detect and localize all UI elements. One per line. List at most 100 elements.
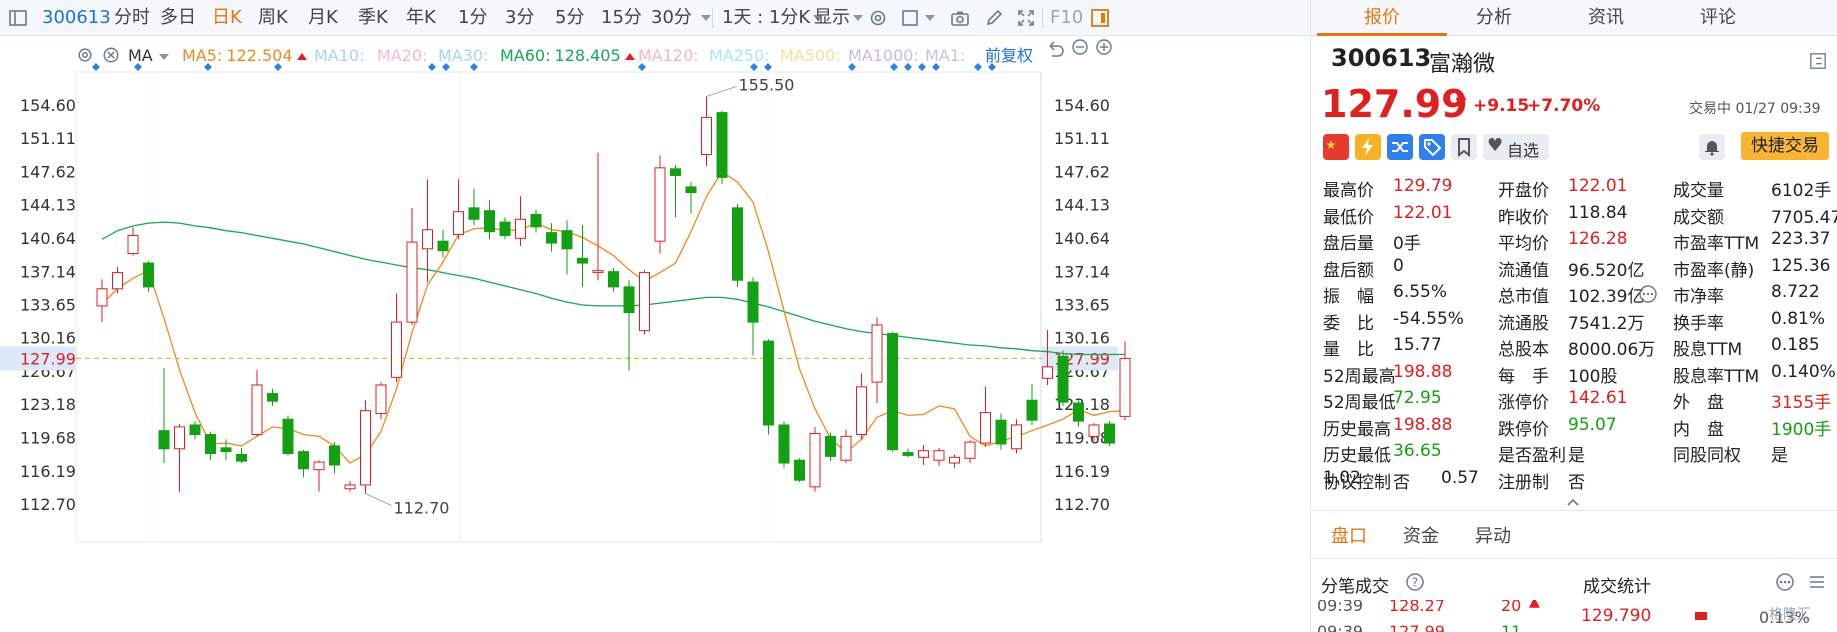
period-tab[interactable]: 15分 <box>601 0 642 36</box>
ma-item[interactable]: MA120: <box>638 40 703 72</box>
candle-body[interactable] <box>422 229 433 250</box>
period-more-icon[interactable] <box>698 0 711 36</box>
candle-body[interactable] <box>298 451 309 470</box>
lightning-icon[interactable] <box>1355 134 1381 160</box>
candle-body[interactable] <box>918 450 929 458</box>
candle-body[interactable] <box>468 207 480 220</box>
help-icon[interactable]: ? <box>1405 572 1425 592</box>
ma-item[interactable]: MA10: <box>314 40 369 72</box>
candle-body[interactable] <box>794 459 805 481</box>
candle-body[interactable] <box>1011 424 1022 450</box>
period-tab[interactable]: 1分 <box>458 0 487 36</box>
candle-body[interactable] <box>251 384 263 435</box>
candle-body[interactable] <box>96 288 108 307</box>
candle-body[interactable] <box>112 272 123 290</box>
period-tab[interactable]: 多日 <box>160 0 196 36</box>
candle-body[interactable] <box>437 240 449 252</box>
candle-body[interactable] <box>654 167 666 242</box>
candle-body[interactable] <box>623 286 635 314</box>
candle-body[interactable] <box>608 271 619 288</box>
period-tab[interactable]: 30分 <box>651 0 692 36</box>
candle-body[interactable] <box>1057 355 1069 403</box>
panel-menu-icon[interactable] <box>1809 52 1827 70</box>
market-cap-more-icon[interactable] <box>1638 284 1658 304</box>
candle-body[interactable] <box>313 461 325 471</box>
plot-area[interactable] <box>75 71 1042 543</box>
settings-icon[interactable] <box>868 8 888 28</box>
ma-item[interactable]: MA60: 128.405 <box>500 40 635 72</box>
candle-body[interactable] <box>1119 357 1131 417</box>
candle-body[interactable] <box>747 281 759 323</box>
candle-body[interactable] <box>763 340 774 426</box>
ma-item[interactable]: MA20: <box>377 40 432 72</box>
candle-body[interactable] <box>732 207 743 281</box>
candle-body[interactable] <box>592 270 604 274</box>
draw-pen-icon[interactable] <box>984 8 1004 28</box>
candle-body[interactable] <box>856 386 867 435</box>
candle-body[interactable] <box>1104 423 1115 444</box>
candle-body[interactable] <box>158 430 170 450</box>
panel-tab[interactable]: 资讯 <box>1541 0 1671 36</box>
period-tab[interactable]: 分时 <box>114 0 150 36</box>
candle-body[interactable] <box>143 262 154 288</box>
ma-item[interactable]: MA250: <box>709 40 774 72</box>
indicator-settings-icon[interactable] <box>76 46 94 64</box>
period-tab[interactable]: 年K <box>406 0 436 36</box>
candle-body[interactable] <box>406 241 418 323</box>
candle-body[interactable] <box>701 116 712 156</box>
candle-body[interactable] <box>220 447 232 453</box>
box-select-icon[interactable] <box>900 8 920 28</box>
candle-body[interactable] <box>375 384 387 415</box>
indicator-dropdown-icon[interactable] <box>156 40 169 72</box>
ma-item[interactable]: MA5: 122.504 <box>182 40 307 72</box>
indicator-close-icon[interactable] <box>102 46 120 64</box>
more-options-icon[interactable] <box>1775 572 1795 592</box>
panel-tab[interactable]: 评论 <box>1653 0 1783 36</box>
candle-body[interactable] <box>267 393 278 402</box>
candle-body[interactable] <box>127 234 139 255</box>
candle-body[interactable] <box>840 435 852 461</box>
period-tab[interactable]: 3分 <box>505 0 534 36</box>
quick-trade-button[interactable]: 快捷交易 <box>1741 132 1829 160</box>
candle-body[interactable] <box>174 426 185 450</box>
tag-icon[interactable] <box>1419 134 1445 160</box>
candle-body[interactable] <box>670 168 681 176</box>
list-view-icon[interactable] <box>1807 572 1827 592</box>
ma-item[interactable]: MA1: <box>925 40 969 72</box>
shuffle-icon[interactable] <box>1387 134 1413 160</box>
period-tab[interactable]: 日K <box>212 0 242 36</box>
candle-body[interactable] <box>205 433 216 455</box>
collapse-chevron-icon[interactable] <box>1565 496 1581 508</box>
box-select-dropdown-icon[interactable] <box>922 0 935 36</box>
candle-body[interactable] <box>902 452 914 456</box>
candle-body[interactable] <box>189 424 201 435</box>
bookmark-icon[interactable] <box>1451 134 1477 160</box>
candle-body[interactable] <box>685 186 697 194</box>
cn-flag-icon[interactable] <box>1323 134 1349 160</box>
candle-body[interactable] <box>1026 399 1038 421</box>
candle-body[interactable] <box>546 232 557 244</box>
candle-body[interactable] <box>515 218 526 239</box>
candle-body[interactable] <box>809 433 821 488</box>
candle-body[interactable] <box>871 324 883 383</box>
candle-body[interactable] <box>887 333 898 451</box>
f10-button[interactable]: F10 <box>1050 0 1083 36</box>
candle-body[interactable] <box>980 412 991 444</box>
period-tab[interactable]: 5分 <box>555 0 584 36</box>
period-tab[interactable]: 季K <box>358 0 388 36</box>
candle-body[interactable] <box>933 450 945 461</box>
period-tab[interactable]: 月K <box>308 0 338 36</box>
alert-bell-icon[interactable] <box>1699 134 1725 160</box>
candle-body[interactable] <box>453 211 464 236</box>
candle-body[interactable] <box>825 435 836 457</box>
candle-body[interactable] <box>282 418 294 455</box>
candle-body[interactable] <box>344 484 356 490</box>
fullscreen-icon[interactable] <box>1016 8 1036 28</box>
bottom-tab[interactable]: 盘口 <box>1331 522 1367 548</box>
candle-body[interactable] <box>995 419 1007 445</box>
candle-body[interactable] <box>716 112 728 178</box>
candle-body[interactable] <box>577 257 588 264</box>
bottom-tab[interactable]: 异动 <box>1475 522 1511 548</box>
bottom-tab[interactable]: 资金 <box>1403 522 1439 548</box>
candle-body[interactable] <box>360 410 371 486</box>
